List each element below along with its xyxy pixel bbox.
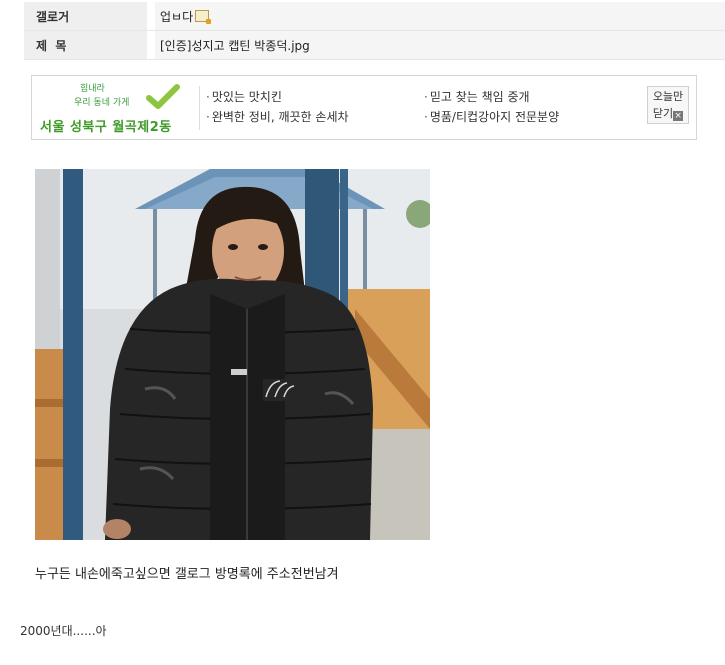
post-photo <box>35 169 430 540</box>
gallery-row: 갤로거 업ㅂ다 <box>24 2 725 31</box>
close-line2: 닫기 <box>652 107 674 120</box>
gallery-label: 갤로거 <box>24 2 147 31</box>
ad-link-puppy[interactable]: · 명품/티컵강아지 전문분양 <box>424 108 559 125</box>
ad-link-realestate[interactable]: · 믿고 찾는 책임 중개 <box>424 88 530 105</box>
ad-link-chicken[interactable]: · 맛있는 맛치킨 <box>206 88 282 105</box>
ad-logo-title: 서울 성북구 월곡제2동 <box>40 120 172 135</box>
memo-icon[interactable] <box>195 9 212 24</box>
gallery-owner-link[interactable]: 업ㅂ다 <box>160 10 193 24</box>
ad-link-label: 믿고 찾는 책임 중개 <box>429 90 530 104</box>
ad-logo[interactable]: 힘내라 우리 동네 가게 서울 성북구 월곡제2동 <box>38 80 194 135</box>
ad-link-carwash[interactable]: · 완벽한 정비, 깨끗한 손세차 <box>206 108 349 125</box>
local-ad-banner: 힘내라 우리 동네 가게 서울 성북구 월곡제2동 · 맛있는 맛치킨 · 믿고 찾… <box>31 75 697 140</box>
post-title: [인증]성지고 캡틴 박종덕.jpg <box>155 30 725 60</box>
ad-logo-small-line2: 우리 동네 가게 <box>74 98 130 108</box>
title-row: 제 목 [인증]성지고 캡틴 박종덕.jpg <box>24 30 725 60</box>
close-icon: × <box>673 111 684 121</box>
gallery-value-cell: 업ㅂ다 <box>155 2 725 31</box>
ad-link-label: 맛있는 맛치킨 <box>211 90 282 104</box>
ad-link-label: 완벽한 정비, 깨끗한 손세차 <box>211 110 349 124</box>
ad-divider <box>199 86 200 130</box>
close-today-button[interactable]: 오늘만 닫기× <box>647 86 689 124</box>
ad-logo-small-line1: 힘내라 <box>80 84 105 94</box>
title-label: 제 목 <box>24 30 147 60</box>
post-meta-table: 갤로거 업ㅂ다 제 목 [인증]성지고 캡틴 박종덕.jpg <box>24 2 725 60</box>
check-icon <box>146 84 180 109</box>
post-footer-text: 2000년대......아 <box>20 624 107 638</box>
photo-illustration <box>35 169 430 540</box>
ad-link-label: 명품/티컵강아지 전문분양 <box>429 110 560 124</box>
post-caption: 누구든 내손에죽고싶으면 갤로그 방명록에 주소전번남겨 <box>35 567 339 582</box>
close-line1: 오늘만 <box>652 90 684 103</box>
